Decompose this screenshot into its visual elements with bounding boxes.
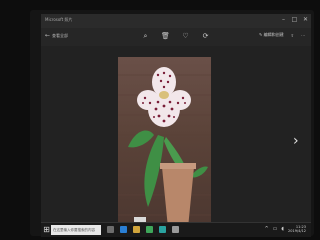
clock-date: 2019/4/12	[288, 229, 306, 233]
photo-of-monitor: Microsoft 照片 – □ ✕ ← 查看全部 ⌕ 🗑 ♡ ⟳ ✎ 编辑和创…	[0, 0, 320, 240]
share-icon[interactable]: ⇪	[291, 33, 294, 38]
see-all-button[interactable]: ← 查看全部	[45, 33, 68, 39]
app-teal-icon[interactable]	[159, 226, 166, 233]
volume-icon[interactable]: ◖	[281, 226, 284, 232]
back-arrow-icon: ←	[45, 32, 51, 39]
chevron-up-icon[interactable]: ^	[264, 226, 268, 232]
system-tray: ^ ▭ ◖ 11:23 2019/4/12	[264, 225, 306, 233]
close-button[interactable]: ✕	[302, 16, 309, 24]
rotate-icon[interactable]: ⟳	[201, 32, 210, 41]
more-icon[interactable]: ⋯	[301, 33, 305, 38]
edit-icon: ✎	[259, 32, 263, 37]
orchid-photo	[118, 57, 211, 228]
network-icon[interactable]: ▭	[273, 226, 278, 232]
delete-icon[interactable]: 🗑	[161, 32, 170, 41]
edit-create-button[interactable]: ✎ 编辑和创建	[259, 32, 284, 38]
see-all-label: 查看全部	[52, 33, 69, 38]
taskbar-apps	[107, 226, 179, 233]
clock[interactable]: 11:23 2019/4/12	[288, 225, 306, 233]
file-explorer-icon[interactable]	[133, 226, 140, 233]
maximize-button[interactable]: □	[291, 16, 298, 24]
zoom-icon[interactable]: ⌕	[141, 32, 150, 41]
favorite-icon[interactable]: ♡	[181, 32, 190, 41]
browser-icon[interactable]	[120, 226, 127, 233]
toolbar-right: ✎ 编辑和创建 ⇪ ⋯	[259, 32, 305, 38]
title-bar: Microsoft 照片 – □ ✕	[41, 14, 311, 28]
orchid-illustration	[118, 67, 211, 228]
photo-toolbar: ← 查看全部 ⌕ 🗑 ♡ ⟳ ✎ 编辑和创建 ⇪ ⋯	[41, 28, 311, 46]
edit-create-label: 编辑和创建	[263, 32, 284, 37]
app-title: Microsoft 照片	[45, 17, 73, 22]
photo-viewer: › ⤢	[41, 46, 311, 230]
taskbar-search-input[interactable]: 在这里输入你要搜索的内容	[51, 225, 101, 235]
taskbar: ⊞ 在这里输入你要搜索的内容 ^ ▭ ◖ 11:23 2019/4/12	[41, 222, 311, 237]
next-photo-button[interactable]: ›	[293, 134, 299, 148]
toolbar-actions: ⌕ 🗑 ♡ ⟳	[141, 32, 210, 41]
minimize-button[interactable]: –	[280, 16, 287, 24]
photos-app-screen: Microsoft 照片 – □ ✕ ← 查看全部 ⌕ 🗑 ♡ ⟳ ✎ 编辑和创…	[41, 14, 311, 237]
task-view-icon[interactable]	[107, 226, 114, 233]
photos-app-icon[interactable]	[172, 226, 179, 233]
windows-start-icon[interactable]: ⊞	[42, 225, 51, 234]
app-green-icon[interactable]	[146, 226, 153, 233]
window-controls: – □ ✕	[280, 16, 309, 25]
